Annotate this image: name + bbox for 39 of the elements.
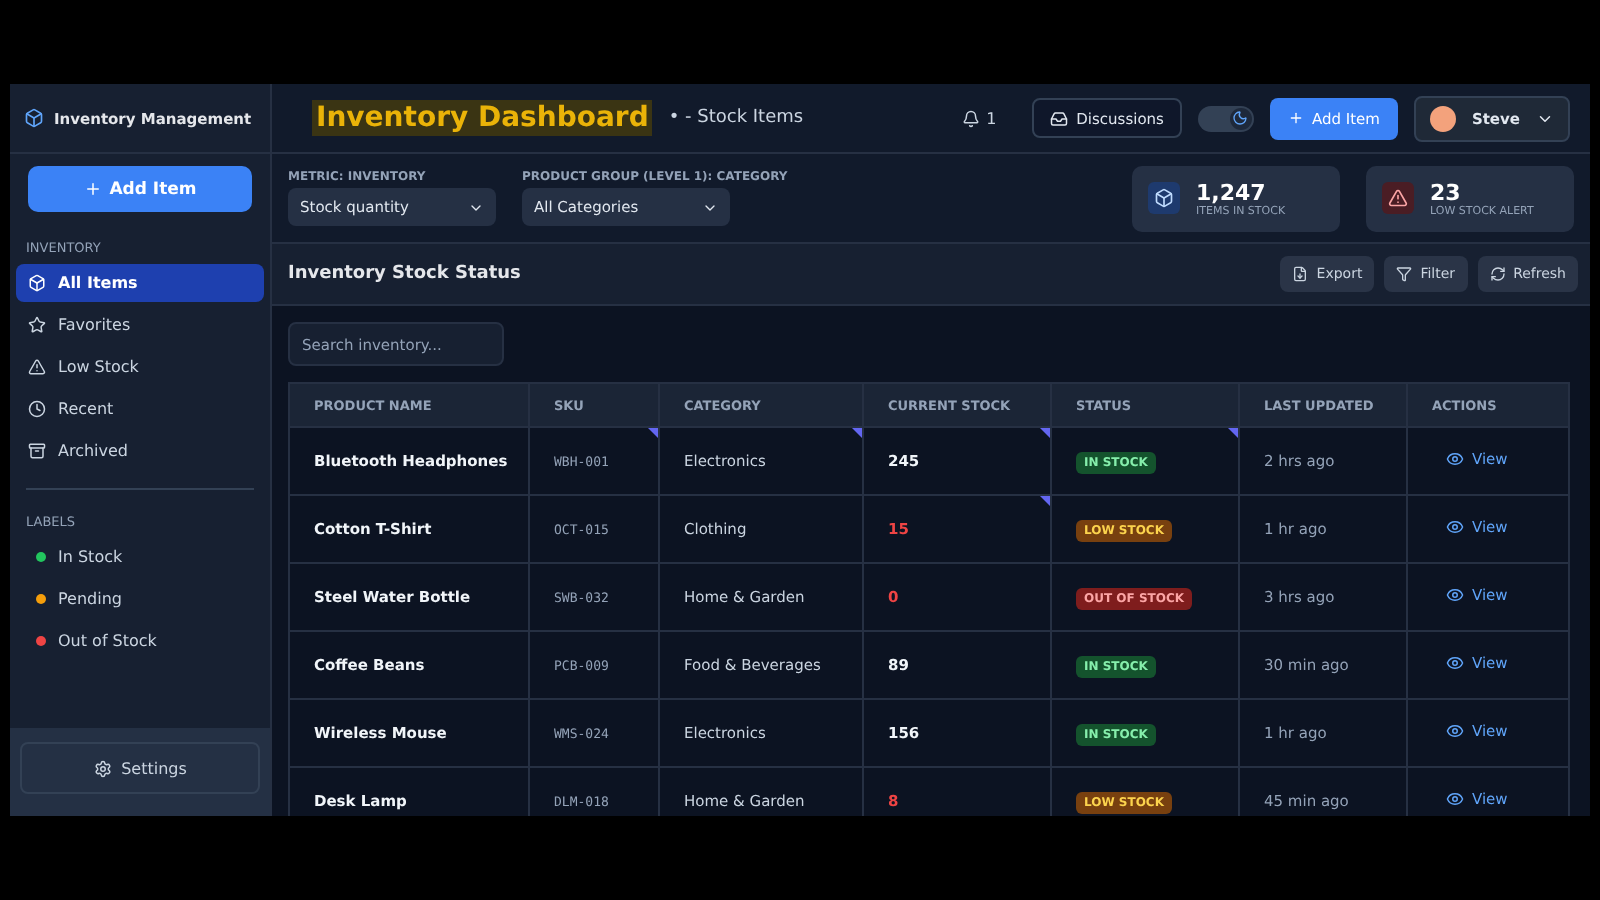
- page-title: Inventory Dashboard: [312, 100, 653, 136]
- moon-icon: [1232, 110, 1249, 126]
- eye-icon: [1446, 654, 1464, 672]
- clock-icon: [28, 400, 46, 418]
- plus-icon: [83, 180, 102, 198]
- filter-icon: [1396, 266, 1413, 282]
- sidebar-item[interactable]: Favorites: [16, 306, 264, 344]
- refresh-icon: [1489, 266, 1506, 282]
- page-subtitle: • - Stock Items: [668, 108, 804, 128]
- eye-icon: [1446, 450, 1464, 468]
- theme-toggle[interactable]: [1197, 105, 1254, 131]
- cube-icon: [28, 274, 46, 292]
- avatar-icon: [1429, 105, 1456, 131]
- sidebar-item[interactable]: Archived: [16, 432, 264, 470]
- stat-value: 1,247: [1196, 179, 1268, 205]
- inbox-icon: [1050, 109, 1069, 127]
- notifications-button[interactable]: 1: [950, 107, 1009, 129]
- bell-icon: [962, 109, 981, 127]
- star-icon: [28, 316, 46, 334]
- eye-icon: [1446, 722, 1464, 740]
- settings-button[interactable]: Settings: [20, 742, 260, 794]
- add-item-button[interactable]: Add Item: [28, 166, 252, 212]
- label-item[interactable]: Pending: [16, 580, 264, 618]
- eye-icon: [1446, 586, 1464, 604]
- sidebar-item[interactable]: All Items: [16, 264, 264, 302]
- file-icon: [1292, 266, 1309, 282]
- sidebar-item[interactable]: Low Stock: [16, 348, 264, 386]
- eye-icon: [1446, 518, 1464, 536]
- plus-icon: [1287, 110, 1304, 126]
- eye-icon: [1446, 790, 1464, 808]
- archive-icon: [28, 442, 46, 460]
- card-title: Inventory Stock Status: [288, 264, 521, 284]
- cube-icon: [24, 108, 44, 128]
- sidebar-item[interactable]: Recent: [16, 390, 264, 428]
- settings-icon: [93, 759, 112, 777]
- stat-value: 23: [1430, 179, 1463, 205]
- warning-icon: [28, 358, 46, 376]
- label-item[interactable]: In Stock: [16, 538, 264, 576]
- label-item[interactable]: Out of Stock: [16, 622, 264, 660]
